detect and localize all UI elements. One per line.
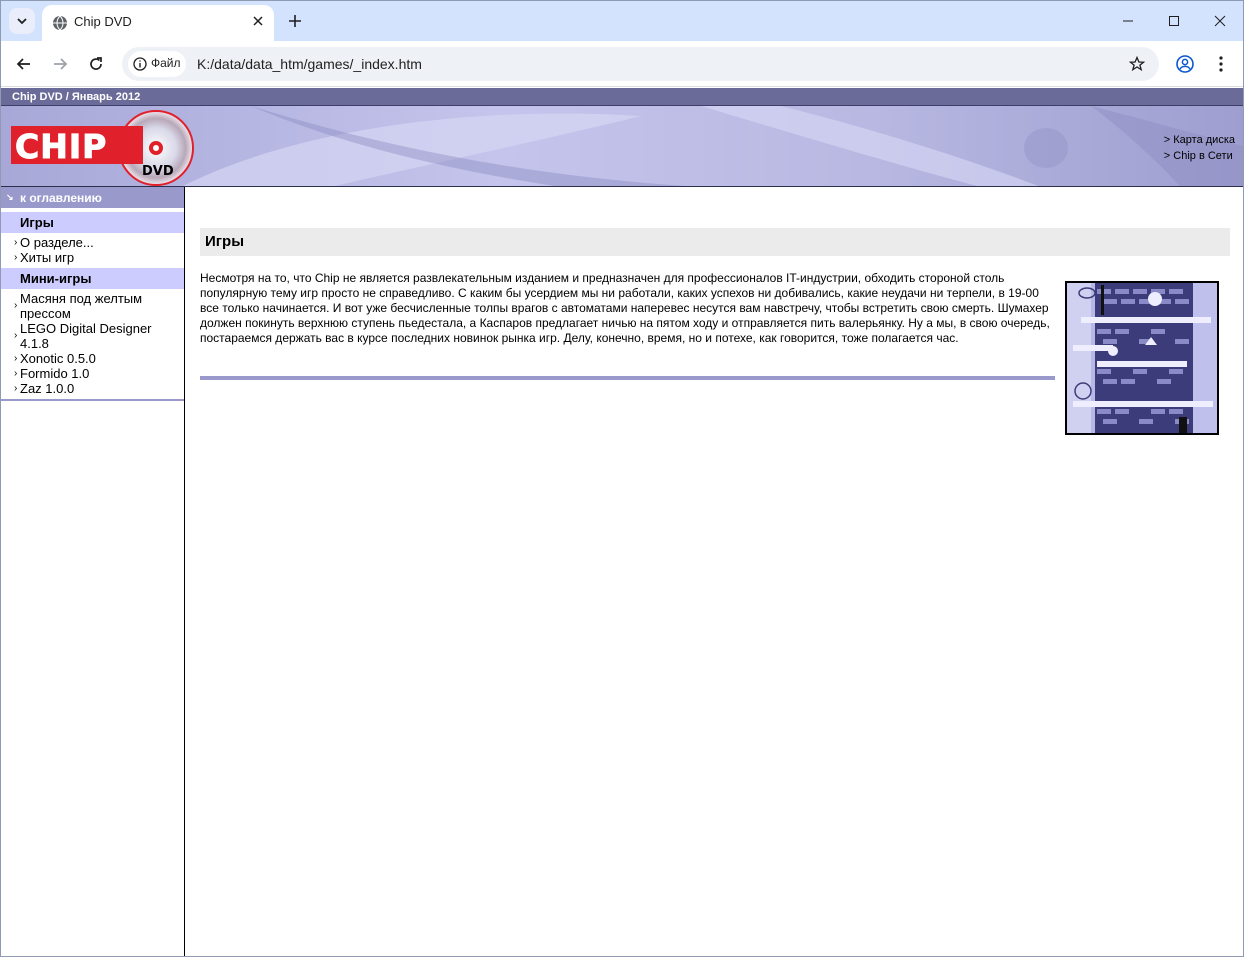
more-menu-button[interactable] bbox=[1209, 52, 1233, 76]
globe-icon bbox=[53, 15, 67, 31]
chevron-right-icon: › bbox=[14, 300, 18, 311]
site-topstrip: Chip DVD / Январь 2012 bbox=[1, 88, 1243, 106]
sidebar-item-zaz[interactable]: › Zaz 1.0.0 bbox=[1, 381, 184, 396]
tab-search-button[interactable] bbox=[9, 8, 35, 34]
info-icon bbox=[133, 57, 147, 71]
sidebar-divider bbox=[1, 399, 184, 401]
new-tab-button[interactable] bbox=[283, 9, 307, 33]
window-close-button[interactable] bbox=[1197, 1, 1243, 41]
sidebar-section-games-label: Игры bbox=[20, 215, 54, 230]
back-icon bbox=[16, 58, 30, 70]
profile-icon bbox=[1176, 55, 1194, 73]
tab-close-button[interactable] bbox=[250, 13, 266, 29]
sidebar-toc-label: к оглавлению bbox=[20, 191, 102, 205]
sidebar: ↘ к оглавлению Игры › О разделе... › Хиты … bbox=[1, 187, 185, 956]
sidebar-item-lego[interactable]: › LEGO Digital Designer 4.1.8 bbox=[1, 321, 184, 351]
more-icon bbox=[1219, 56, 1223, 72]
sidebar-item-about[interactable]: › О разделе... bbox=[1, 235, 184, 250]
main-content: Игры Несмотря на то, что Chip не являетс… bbox=[200, 228, 1230, 435]
chevron-right-icon: › bbox=[14, 330, 18, 341]
sidebar-toc-link[interactable]: ↘ к оглавлению bbox=[1, 187, 184, 209]
web-page: Chip DVD / Январь 2012 CHIP DVD > Карта … bbox=[1, 88, 1243, 956]
sidebar-item-label: LEGO Digital Designer 4.1.8 bbox=[20, 321, 152, 351]
close-icon bbox=[1214, 15, 1226, 27]
address-bar[interactable]: Файл K:/data/data_htm/games/_index.htm bbox=[122, 47, 1159, 81]
chevron-right-icon: › bbox=[14, 237, 18, 248]
page-title: Игры bbox=[205, 233, 245, 250]
sidebar-item-label: Масяня под желтым прессом bbox=[20, 291, 143, 321]
browser-toolbar: Файл K:/data/data_htm/games/_index.htm bbox=[1, 41, 1243, 87]
section-heading-bar: Игры bbox=[200, 228, 1230, 256]
close-icon bbox=[253, 16, 263, 26]
sidebar-item-label: О разделе... bbox=[20, 235, 94, 250]
sidebar-section-minigames-label: Мини-игры bbox=[20, 271, 92, 286]
maximize-button[interactable] bbox=[1151, 1, 1197, 41]
game-screenshot bbox=[1065, 281, 1219, 435]
sidebar-item-xonotic[interactable]: › Xonotic 0.5.0 bbox=[1, 351, 184, 366]
star-icon bbox=[1129, 56, 1145, 72]
plus-icon bbox=[289, 15, 301, 27]
sidebar-item-label: Хиты игр bbox=[20, 250, 75, 265]
chevron-right-icon: › bbox=[14, 368, 18, 379]
chip-logo-graphic: CHIP DVD bbox=[11, 110, 194, 186]
sidebar-item-label: Zaz 1.0.0 bbox=[20, 381, 75, 396]
tab-strip: Chip DVD bbox=[1, 1, 1243, 41]
maximize-icon bbox=[1169, 16, 1179, 26]
chip-dvd-logo[interactable]: CHIP DVD bbox=[11, 108, 197, 186]
game-screenshot-graphic bbox=[1067, 283, 1217, 433]
content-divider bbox=[200, 376, 1055, 380]
arrow-down-left-icon: ↘ bbox=[6, 192, 14, 202]
tab-title: Chip DVD bbox=[74, 14, 132, 29]
url-text[interactable]: K:/data/data_htm/games/_index.htm bbox=[197, 56, 422, 72]
banner-links: > Карта диска > Chip в Сети bbox=[1164, 132, 1235, 164]
site-banner: CHIP DVD > Карта диска > Chip в Сети bbox=[1, 106, 1243, 187]
tab-active[interactable]: Chip DVD bbox=[42, 5, 274, 41]
sidebar-item-formido[interactable]: › Formido 1.0 bbox=[1, 366, 184, 381]
chevron-right-icon: › bbox=[14, 383, 18, 394]
chevron-right-icon: › bbox=[14, 353, 18, 364]
forward-icon bbox=[54, 58, 68, 70]
back-button[interactable] bbox=[10, 50, 38, 78]
chevron-right-icon: › bbox=[14, 252, 18, 263]
site-info-chip[interactable]: Файл bbox=[128, 51, 186, 77]
site-chip-label: Файл bbox=[151, 56, 181, 70]
sidebar-item-label: Formido 1.0 bbox=[20, 366, 90, 381]
reload-icon bbox=[90, 57, 102, 70]
logo-dvd-text: DVD bbox=[142, 164, 174, 179]
sidebar-item-masyanya[interactable]: › Масяня под желтым прессом bbox=[1, 291, 184, 321]
bookmark-button[interactable] bbox=[1127, 54, 1147, 74]
minimize-button[interactable] bbox=[1105, 1, 1151, 41]
logo-chip-text: CHIP bbox=[15, 127, 107, 166]
minimize-icon bbox=[1123, 20, 1133, 22]
disc-map-link[interactable]: > Карта диска bbox=[1164, 132, 1235, 148]
sidebar-item-hits[interactable]: › Хиты игр bbox=[1, 250, 184, 265]
chevron-down-icon bbox=[17, 18, 27, 25]
sidebar-section-games: Игры bbox=[1, 211, 184, 233]
browser-window: Chip DVD Файл K:/data/data_htm/games/_in… bbox=[0, 0, 1244, 957]
sidebar-item-label: Xonotic 0.5.0 bbox=[20, 351, 96, 366]
profile-button[interactable] bbox=[1173, 52, 1197, 76]
issue-label: Chip DVD / Январь 2012 bbox=[12, 91, 141, 103]
intro-paragraph: Несмотря на то, что Chip не является раз… bbox=[200, 271, 1050, 345]
forward-button[interactable] bbox=[46, 50, 74, 78]
chip-online-link[interactable]: > Chip в Сети bbox=[1164, 148, 1235, 164]
reload-button[interactable] bbox=[82, 50, 110, 78]
sidebar-section-minigames: Мини-игры bbox=[1, 267, 184, 289]
